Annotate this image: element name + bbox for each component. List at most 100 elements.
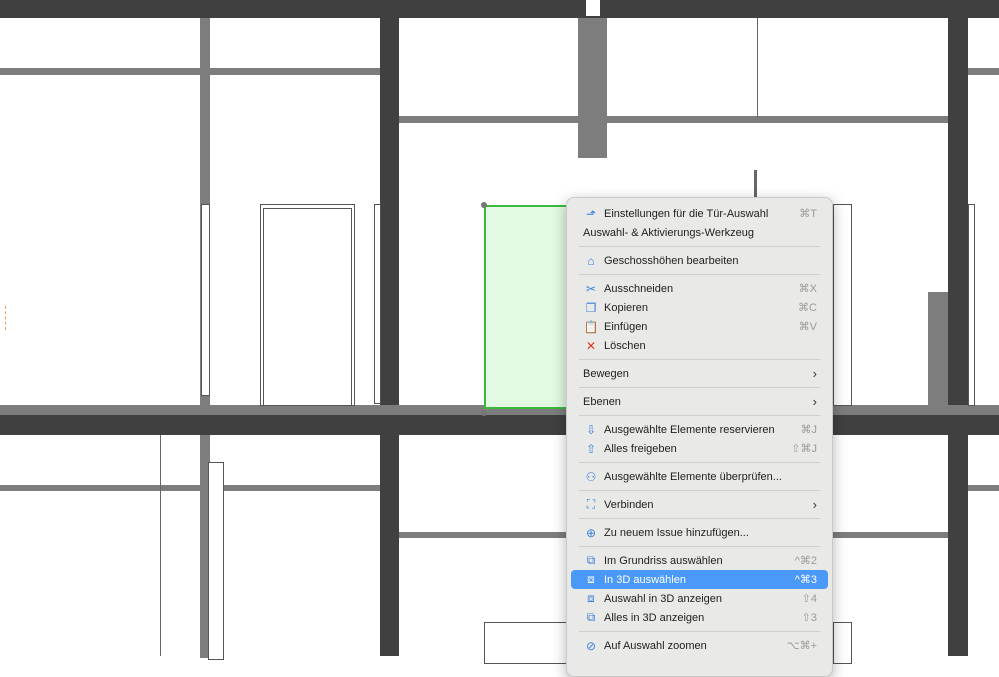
menu-separator bbox=[579, 546, 820, 547]
wall bbox=[0, 485, 380, 491]
door-settings-icon: ⬏ bbox=[585, 206, 597, 221]
door bbox=[208, 462, 224, 660]
menu-item-label: Auf Auswahl zoomen bbox=[604, 639, 707, 652]
menu-separator bbox=[579, 359, 820, 360]
menu-separator bbox=[579, 387, 820, 388]
menu-separator bbox=[579, 246, 820, 247]
menu-item-bewegen[interactable]: Bewegen › bbox=[571, 364, 828, 383]
menu-separator bbox=[579, 518, 820, 519]
window bbox=[201, 204, 210, 396]
chevron-right-icon: › bbox=[812, 497, 817, 512]
wall bbox=[928, 292, 948, 405]
delete-icon: ✕ bbox=[585, 338, 597, 353]
selection-handle[interactable] bbox=[481, 410, 487, 416]
menu-item-label: Einfügen bbox=[604, 320, 648, 333]
shortcut-label: ⌘J bbox=[800, 424, 818, 436]
menu-item-ausgew-hlte-elemente-berpr-fen[interactable]: ⚇ Ausgewählte Elemente überprüfen... bbox=[571, 467, 828, 486]
door bbox=[968, 204, 975, 406]
door bbox=[484, 622, 568, 664]
menu-item-label: Ausgewählte Elemente überprüfen... bbox=[604, 470, 782, 483]
menu-item-l-schen[interactable]: ✕ Löschen bbox=[571, 336, 828, 355]
context-menu: ⬏ Einstellungen für die Tür-Auswahl ⌘T Ausw… bbox=[566, 197, 833, 677]
menu-item-alles-in-3d-anzeigen[interactable]: ⧉ Alles in 3D anzeigen ⇧3 bbox=[571, 608, 828, 627]
line bbox=[757, 18, 758, 118]
wall bbox=[399, 116, 948, 123]
shortcut-label: ⇧4 bbox=[801, 593, 817, 605]
release-icon: ⇧ bbox=[585, 441, 597, 456]
column bbox=[578, 18, 607, 158]
shortcut-label: ^⌘2 bbox=[794, 555, 817, 567]
shortcut-label: ⌘V bbox=[798, 321, 817, 333]
menu-item-zu-neuem-issue-hinzuf-gen[interactable]: ⊕ Zu neuem Issue hinzufügen... bbox=[571, 523, 828, 542]
check-elements-icon: ⚇ bbox=[585, 469, 597, 484]
door bbox=[833, 622, 852, 664]
shortcut-label: ⌘C bbox=[798, 302, 817, 314]
wall bbox=[380, 0, 399, 656]
wall bbox=[0, 415, 999, 435]
wall bbox=[754, 170, 757, 200]
menu-item-geschossh-hen-bearbeiten[interactable]: ⌂ Geschosshöhen bearbeiten bbox=[571, 251, 828, 270]
menu-item-auf-auswahl-zoomen[interactable]: ⊘ Auf Auswahl zoomen ⌥⌘+ bbox=[571, 636, 828, 655]
door bbox=[833, 204, 852, 406]
story-levels-icon: ⌂ bbox=[587, 253, 595, 268]
menu-item-im-grundriss-ausw-hlen[interactable]: ⧉ Im Grundriss auswählen ^⌘2 bbox=[571, 551, 828, 570]
menu-item-auswahl-in-3d-anzeigen[interactable]: ⧈ Auswahl in 3D anzeigen ⇧4 bbox=[571, 589, 828, 608]
selection-handle[interactable] bbox=[481, 202, 487, 208]
door bbox=[374, 204, 381, 404]
line bbox=[160, 435, 161, 656]
shortcut-label: ⌥⌘+ bbox=[786, 640, 817, 652]
menu-item-label: In 3D auswählen bbox=[604, 573, 686, 586]
shortcut-label: ⌘X bbox=[798, 283, 817, 295]
menu-separator bbox=[579, 274, 820, 275]
menu-item-auswahl-aktivierungs-werkzeug[interactable]: Auswahl- & Aktivierungs-Werkzeug bbox=[571, 223, 828, 242]
menu-item-in-3d-ausw-hlen[interactable]: ⧈ In 3D auswählen ^⌘3 bbox=[571, 570, 828, 589]
issue-add-icon: ⊕ bbox=[585, 525, 597, 540]
zoom-selection-icon: ⊘ bbox=[585, 638, 597, 653]
menu-item-einf-gen[interactable]: 📋 Einfügen ⌘V bbox=[571, 317, 828, 336]
menu-item-label: Ebenen bbox=[583, 395, 621, 408]
menu-item-ebenen[interactable]: Ebenen › bbox=[571, 392, 828, 411]
menu-item-verbinden[interactable]: ⛶ Verbinden › bbox=[571, 495, 828, 514]
shortcut-label: ⇧3 bbox=[801, 612, 817, 624]
menu-item-label: Zu neuem Issue hinzufügen... bbox=[604, 526, 749, 539]
reserve-icon: ⇩ bbox=[585, 422, 597, 437]
menu-separator bbox=[579, 415, 820, 416]
menu-item-label: Im Grundriss auswählen bbox=[604, 554, 723, 567]
menu-item-einstellungen-f-r-die-t-r-auswahl[interactable]: ⬏ Einstellungen für die Tür-Auswahl ⌘T bbox=[571, 204, 828, 223]
menu-item-label: Löschen bbox=[604, 339, 646, 352]
menu-item-label: Einstellungen für die Tür-Auswahl bbox=[604, 207, 769, 220]
menu-item-label: Auswahl in 3D anzeigen bbox=[604, 592, 723, 605]
shortcut-label: ^⌘3 bbox=[794, 574, 817, 586]
wall bbox=[968, 68, 999, 75]
menu-item-alles-freigeben[interactable]: ⇧ Alles freigeben ⇧⌘J bbox=[571, 439, 828, 458]
menu-item-label: Auswahl- & Aktivierungs-Werkzeug bbox=[583, 226, 754, 239]
menu-separator bbox=[579, 490, 820, 491]
menu-item-label: Ausgewählte Elemente reservieren bbox=[604, 423, 775, 436]
door-leaf bbox=[263, 208, 352, 406]
menu-separator bbox=[579, 462, 820, 463]
menu-item-ausgew-hlte-elemente-reservieren[interactable]: ⇩ Ausgewählte Elemente reservieren ⌘J bbox=[571, 420, 828, 439]
menu-item-kopieren[interactable]: ❐ Kopieren ⌘C bbox=[571, 298, 828, 317]
menu-item-ausschneiden[interactable]: ✂ Ausschneiden ⌘X bbox=[571, 279, 828, 298]
paste-icon: 📋 bbox=[583, 319, 599, 334]
show-all-3d-icon: ⧉ bbox=[586, 610, 596, 624]
chevron-right-icon: › bbox=[812, 394, 817, 409]
menu-item-label: Bewegen bbox=[583, 367, 629, 380]
menu-item-label: Ausschneiden bbox=[604, 282, 674, 295]
wall bbox=[0, 0, 999, 18]
menu-item-label: Alles freigeben bbox=[604, 442, 677, 455]
scissors-icon: ✂ bbox=[585, 281, 597, 296]
chevron-right-icon: › bbox=[812, 366, 817, 381]
select-3d-icon: ⧈ bbox=[587, 572, 595, 586]
shortcut-label: ⇧⌘J bbox=[791, 443, 817, 455]
wall bbox=[0, 68, 380, 75]
shortcut-label: ⌘T bbox=[799, 208, 817, 220]
marker bbox=[0, 306, 6, 330]
menu-item-label: Alles in 3D anzeigen bbox=[604, 611, 705, 624]
menu-separator bbox=[579, 631, 820, 632]
menu-item-label: Kopieren bbox=[604, 301, 649, 314]
menu-item-label: Verbinden bbox=[604, 498, 654, 511]
wall bbox=[968, 485, 999, 491]
selected-door[interactable] bbox=[484, 205, 568, 409]
floorplan-select-icon: ⧉ bbox=[586, 553, 596, 567]
